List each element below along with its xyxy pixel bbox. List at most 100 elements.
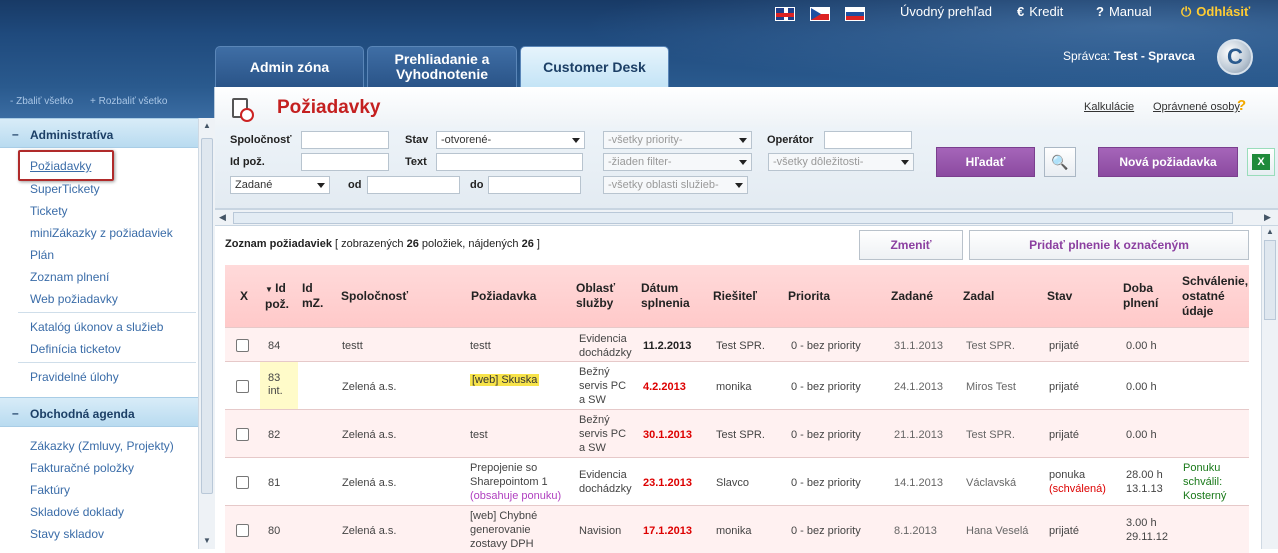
- collapse-icon: –: [12, 127, 19, 141]
- sidebar-item-stavy-skladov[interactable]: Stavy skladov: [30, 527, 104, 541]
- cell-priority: 0 - bez priority: [791, 381, 861, 393]
- table-row[interactable]: 83 int. Zelená a.s. [web] Skuska Bežný se…: [225, 361, 1249, 409]
- table-row[interactable]: 84 testt testt Evidencia dochádzky 11.2.…: [225, 327, 1249, 361]
- col-state[interactable]: Stav: [1047, 265, 1072, 327]
- sk-flag-icon[interactable]: [845, 7, 865, 21]
- page-header: Požiadavky Kalkulácie Oprávnené osoby ?: [215, 87, 1278, 127]
- new-request-button[interactable]: Nová požiadavka: [1098, 147, 1238, 177]
- priority-select[interactable]: -všetky priority-: [603, 131, 752, 149]
- date-to-input[interactable]: [488, 176, 581, 194]
- col-company[interactable]: Spoločnosť: [341, 265, 408, 327]
- operator-input[interactable]: [824, 131, 912, 149]
- id-input[interactable]: [301, 153, 389, 171]
- scroll-left-icon[interactable]: ◀: [219, 212, 226, 223]
- credit-link[interactable]: € Kredit: [1017, 4, 1063, 19]
- sidebar-item-tickety[interactable]: Tickety: [30, 204, 68, 218]
- sidebar-divider: [18, 312, 196, 313]
- tab-customer-desk[interactable]: Customer Desk: [520, 46, 669, 87]
- section-obchodna-agenda[interactable]: – Obchodná agenda: [0, 397, 198, 427]
- help-icon[interactable]: ?: [1237, 97, 1246, 114]
- row-checkbox[interactable]: [236, 339, 249, 352]
- scrollbar-thumb[interactable]: [233, 212, 1233, 224]
- company-input[interactable]: [301, 131, 389, 149]
- sidebar-item-zoznam-plneni[interactable]: Zoznam plnení: [30, 270, 109, 284]
- tab-review-evaluation[interactable]: Prehliadanie a Vyhodnotenie: [367, 46, 517, 87]
- cell-request[interactable]: test: [470, 428, 488, 442]
- importance-select[interactable]: -všetky dôležitosti-: [768, 153, 914, 171]
- row-checkbox[interactable]: [236, 428, 249, 441]
- service-area-select[interactable]: -všetky oblasti služieb-: [603, 176, 748, 194]
- col-id[interactable]: ▼ Id pož.: [265, 265, 299, 327]
- col-solver[interactable]: Riešiteľ: [713, 265, 757, 327]
- manual-link[interactable]: ? Manual: [1096, 4, 1152, 19]
- scrollbar-thumb[interactable]: [201, 138, 213, 494]
- cell-entered: 14.1.2013: [894, 477, 943, 489]
- main-content: Požiadavky Kalkulácie Oprávnené osoby ? …: [215, 87, 1278, 553]
- expand-all-link[interactable]: + Rozbaliť všetko: [90, 96, 167, 107]
- scrollbar-thumb[interactable]: [1264, 240, 1276, 320]
- sidebar-item-definicia-ticketov[interactable]: Definícia ticketov: [30, 342, 121, 356]
- col-priority[interactable]: Priorita: [788, 265, 830, 327]
- sidebar-item-web-poziadavky[interactable]: Web požiadavky: [30, 292, 118, 306]
- scroll-down-icon[interactable]: ▼: [203, 536, 211, 545]
- sidebar-item-skladove-doklady[interactable]: Skladové doklady: [30, 505, 124, 519]
- horizontal-scrollbar[interactable]: ◀ ▶: [215, 209, 1278, 226]
- cell-request[interactable]: Prepojenie so Sharepointom 1 (obsahuje po…: [470, 461, 570, 503]
- excel-export-icon[interactable]: X: [1247, 148, 1275, 176]
- tab-admin-zone[interactable]: Admin zóna: [215, 46, 364, 87]
- search-button[interactable]: Hľadať: [936, 147, 1035, 177]
- sidebar-item-katalog[interactable]: Katalóg úkonov a služieb: [30, 320, 163, 334]
- state-select[interactable]: -otvorené-: [436, 131, 585, 149]
- vertical-scrollbar[interactable]: ▲: [1261, 226, 1278, 549]
- table-row[interactable]: 82 Zelená a.s. test Bežný servis PC a SW…: [225, 409, 1249, 457]
- cell-entered-by: Test SPR.: [966, 429, 1015, 441]
- collapse-icon: –: [12, 406, 19, 420]
- section-administrativa[interactable]: – Administratíva: [0, 118, 198, 148]
- table-row[interactable]: 80 Zelená a.s. [web] Chybné generovanie …: [225, 505, 1249, 553]
- row-checkbox[interactable]: [236, 380, 249, 393]
- text-input[interactable]: [436, 153, 583, 171]
- overview-link[interactable]: Úvodný prehľad: [900, 4, 992, 19]
- cell-due-date: 17.1.2013: [643, 525, 692, 537]
- col-approval[interactable]: Schválenie, ostatné údaje: [1182, 265, 1252, 327]
- cz-flag-icon[interactable]: [810, 7, 830, 21]
- col-entered-by[interactable]: Zadal: [963, 265, 994, 327]
- scroll-up-icon[interactable]: ▲: [1266, 227, 1274, 236]
- table-row[interactable]: 81 Zelená a.s. Prepojenie so Sharepointo…: [225, 457, 1249, 505]
- col-area[interactable]: Oblasť služby: [576, 265, 636, 327]
- sidebar-item-fakturacne-polozky[interactable]: Fakturačné položky: [30, 461, 134, 475]
- sidebar-item-faktury[interactable]: Faktúry: [30, 483, 70, 497]
- date-type-select[interactable]: Zadané: [230, 176, 330, 194]
- uk-flag-icon[interactable]: [775, 7, 795, 21]
- cell-request[interactable]: [web] Chybné generovanie zostavy DPH: [470, 509, 560, 551]
- col-id-mz[interactable]: Id mZ.: [302, 265, 330, 327]
- zoom-search-icon[interactable]: 🔍: [1044, 147, 1076, 177]
- logout-link[interactable]: ⏻ Odhlásiť: [1181, 4, 1250, 20]
- collapse-all-link[interactable]: - Zbaliť všetko: [10, 96, 73, 107]
- sidebar-item-pravidelne-ulohy[interactable]: Pravidelné úlohy: [30, 370, 119, 384]
- add-fulfilment-button[interactable]: Pridať plnenie k označeným: [969, 230, 1249, 260]
- col-due-date[interactable]: Dátum splnenia: [641, 265, 701, 327]
- cell-request[interactable]: testt: [470, 339, 491, 353]
- scroll-up-icon[interactable]: ▲: [203, 121, 211, 130]
- scroll-right-icon[interactable]: ▶: [1264, 212, 1271, 223]
- col-request[interactable]: Požiadavka: [471, 265, 536, 327]
- sidebar-item-zakazky[interactable]: Zákazky (Zmluvy, Projekty): [30, 439, 174, 453]
- sidebar-item-plan[interactable]: Plán: [30, 248, 54, 262]
- date-from-input[interactable]: [367, 176, 460, 194]
- sidebar-item-supertickety[interactable]: SuperTickety: [30, 182, 100, 196]
- col-duration[interactable]: Doba plnení: [1123, 265, 1171, 327]
- change-button[interactable]: Zmeniť: [859, 230, 963, 260]
- power-icon: ⏻: [1181, 4, 1192, 19]
- row-checkbox[interactable]: [236, 476, 249, 489]
- calculations-link[interactable]: Kalkulácie: [1084, 101, 1134, 113]
- saved-filter-select[interactable]: -žiaden filter-: [603, 153, 752, 171]
- sidebar-item-minizakazky[interactable]: miniZákazky z požiadaviek: [30, 226, 173, 240]
- sort-desc-icon: ▼: [265, 284, 276, 294]
- col-entered[interactable]: Zadané: [891, 265, 933, 327]
- sidebar-scrollbar[interactable]: ▲ ▼: [198, 118, 215, 549]
- authorized-persons-link[interactable]: Oprávnené osoby: [1153, 101, 1240, 113]
- cell-id: 83 int.: [268, 372, 283, 397]
- row-checkbox[interactable]: [236, 524, 249, 537]
- cell-request[interactable]: [web] Skuska: [470, 373, 540, 387]
